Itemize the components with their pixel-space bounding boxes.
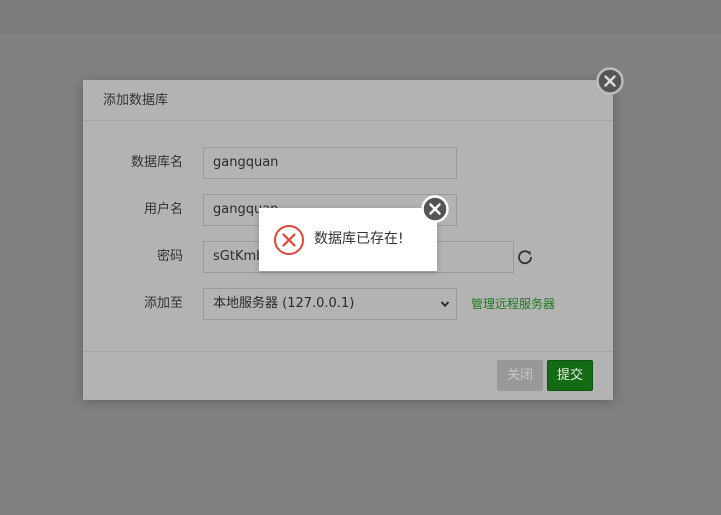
target-row: 添加至 本地服务器 (127.0.0.1) 管理远程服务器 — [83, 288, 613, 320]
db-name-input[interactable]: gangquan — [203, 147, 457, 179]
close-button[interactable]: 关闭 — [497, 360, 543, 391]
db-name-label: 数据库名 — [130, 155, 183, 170]
target-label: 添加至 — [143, 296, 183, 311]
chevron-down-icon — [440, 301, 450, 308]
db-name-row: 数据库名 gangquan — [83, 147, 613, 179]
manage-remote-servers-link[interactable]: 管理远程服务器 — [471, 288, 555, 320]
error-toast: 数据库已存在! — [259, 208, 437, 271]
password-label: 密码 — [156, 249, 183, 264]
page-background: 添加数据库 数据库名 gangquan 用户名 gangquan 密码 sGtK… — [0, 0, 721, 515]
submit-button[interactable]: 提交 — [547, 360, 593, 391]
toast-close-icon[interactable] — [421, 195, 449, 223]
username-label: 用户名 — [143, 202, 183, 217]
top-bar-dimmed — [0, 0, 721, 34]
close-circle-icon[interactable] — [596, 67, 624, 95]
target-select-value: 本地服务器 (127.0.0.1) — [213, 296, 355, 311]
toast-message: 数据库已存在! — [314, 231, 404, 247]
error-x-circle-icon — [274, 225, 304, 255]
dialog-footer: 关闭 提交 — [83, 351, 613, 400]
dialog-title: 添加数据库 — [83, 80, 613, 121]
refresh-icon[interactable] — [517, 249, 533, 265]
target-select[interactable]: 本地服务器 (127.0.0.1) — [203, 288, 457, 320]
